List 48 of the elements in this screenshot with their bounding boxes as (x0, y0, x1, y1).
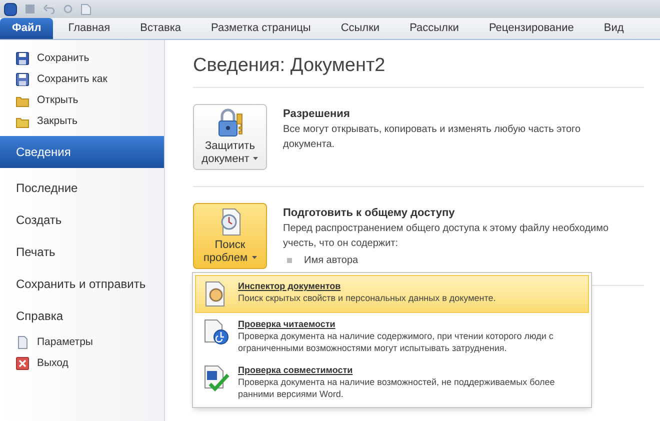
menu-item-title: Проверка совместимости (238, 364, 354, 376)
backstage-tab[interactable]: Печать (0, 236, 164, 268)
bullet-icon (287, 258, 292, 263)
menu-item[interactable]: Проверка совместимости Проверка документа на наличие возможностей, не поддерживаемых более ранними версиями Word. (195, 359, 589, 405)
backstage-command[interactable]: Открыть (0, 90, 164, 111)
menu-item-description: Поиск скрытых свойств и персональных данных в документе. (238, 292, 496, 304)
ribbon-tab[interactable]: Рассылки (394, 18, 474, 39)
ribbon-tab[interactable]: Рецензирование (474, 18, 589, 39)
backstage-tab[interactable]: Сведения (0, 136, 164, 168)
document-checkmark-icon (202, 364, 230, 392)
section-description: Все могут открывать, копировать и изменять любую часть этого документа. (283, 123, 582, 152)
caret-icon (253, 157, 258, 160)
document-icon[interactable] (81, 4, 91, 14)
large-button[interactable]: Поиск проблем (193, 202, 267, 268)
document-icon (16, 336, 29, 349)
backstage-command[interactable]: Выход (0, 353, 164, 374)
menu-item-description: Проверка документа на наличие содержимого, при чтении которого люди с ограниченными возможностями могут испытывать затруднения. (238, 330, 554, 354)
ribbon-tab[interactable]: Разметка страницы (196, 18, 326, 39)
ribbon-tab[interactable]: Вставка (125, 18, 196, 39)
large-button[interactable]: Защитить документ (193, 104, 267, 170)
backstage-tab[interactable]: Создать (0, 204, 164, 236)
backstage-tab[interactable]: Сохранить и отправить (0, 268, 164, 300)
document-accessibility-icon (202, 318, 230, 346)
backstage-tab[interactable]: Справка (0, 300, 164, 332)
close-icon (16, 357, 29, 370)
menu-item[interactable]: Инспектор документов Поиск скрытых свойств и персональных данных в документе. (195, 275, 589, 313)
menu-item-title: Инспектор документов (238, 280, 342, 292)
ribbon-tab[interactable]: Ссылки (326, 18, 395, 39)
undo-icon[interactable] (43, 4, 55, 14)
backstage-tab[interactable]: Последние (0, 172, 164, 204)
ribbon-tab[interactable]: Главная (53, 18, 126, 39)
ribbon-tab[interactable]: Файл (0, 18, 54, 39)
menu-item-title: Проверка читаемости (238, 318, 336, 330)
page-title: Сведения: Документ2 (193, 52, 644, 88)
section-description: Перед распространением общего доступа к этому файлу необходимо учесть, что он содержит: (283, 222, 610, 251)
menu-item-description: Проверка документа на наличие возможностей, не поддерживаемых более ранними версиями Word. (238, 376, 556, 400)
backstage-command[interactable]: Сохранить как (0, 69, 164, 90)
folder-icon (16, 115, 29, 128)
backstage-command[interactable]: Закрыть (0, 111, 164, 132)
folder-icon (16, 94, 29, 107)
bullet-text: Имя автора (304, 254, 358, 268)
backstage-command[interactable]: Сохранить (0, 48, 164, 69)
ribbon-tab[interactable]: Вид (588, 18, 639, 39)
backstage-command[interactable]: Параметры (0, 332, 164, 353)
menu-item[interactable]: Проверка читаемости Проверка документа на наличие содержимого, при чтении которого люди с ограниченными возможностями могут испытывать затруднения. (195, 313, 589, 359)
section-heading: Подготовить к общему доступу (283, 206, 456, 220)
section-heading: Разрешения (283, 106, 351, 122)
caret-icon (252, 256, 257, 260)
